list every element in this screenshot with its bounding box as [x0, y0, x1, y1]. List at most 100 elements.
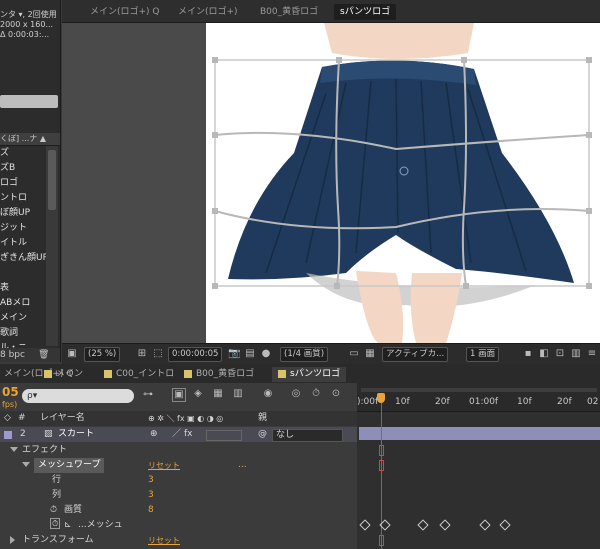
timecode-display[interactable]: 0:00:00:05 [168, 347, 223, 362]
trash-icon[interactable]: 🗑 [38, 348, 49, 362]
quality-switch[interactable]: ／ [172, 427, 181, 442]
timeline-tab[interactable]: メイン [44, 367, 83, 382]
color-channel-icon[interactable]: ● [260, 348, 272, 360]
stopwatch-active-icon[interactable]: ⏱ [50, 518, 61, 529]
layer-row[interactable]: 2 ▨ スカート ⊕ ／ fx @ なし [0, 427, 357, 442]
effect-reset-link[interactable]: リセット [148, 458, 180, 473]
always-preview-icon[interactable]: ▣ [66, 348, 78, 360]
composition-canvas[interactable] [206, 23, 600, 343]
viewer-tab[interactable]: B00_黄昏ロゴ [254, 4, 324, 20]
grid-icon[interactable]: ⊞ [136, 348, 148, 360]
project-item[interactable]: メイン [0, 311, 46, 326]
timeline-track-area[interactable]: ):00f 10f 20f 01:00f 10f 20f 02 [357, 383, 600, 549]
panel-menu-icon[interactable]: ≡ [586, 348, 598, 360]
project-item[interactable]: ぼ顔UP [0, 206, 46, 221]
fx-switch[interactable]: fx [184, 427, 193, 442]
label-column-icon: ◇ [4, 413, 11, 423]
project-item[interactable]: ズ [0, 146, 46, 161]
scrollbar-thumb[interactable] [48, 150, 56, 210]
playhead-handle[interactable] [377, 393, 385, 403]
project-item[interactable]: ぎきん顔UP [0, 251, 46, 266]
mini-flowchart-icon[interactable]: ⊶ [142, 389, 154, 401]
project-column-header[interactable]: くぼ] ...ナ ▲ [0, 133, 60, 146]
timeline-tab[interactable]: B00_黄昏ロゴ [184, 367, 254, 382]
time-ruler[interactable]: ):00f 10f 20f 01:00f 10f 20f 02 [357, 383, 600, 412]
show-snapshot-icon[interactable]: ▤ [244, 348, 256, 360]
keyframe-marker[interactable] [499, 519, 511, 531]
timeline-tab-active[interactable]: sパンツロゴ [272, 367, 347, 382]
camera-icon[interactable]: 📷 [228, 348, 240, 360]
keyframe-marker[interactable] [479, 519, 491, 531]
keyframe-marker[interactable] [417, 519, 429, 531]
disclosure-triangle-icon[interactable] [10, 447, 18, 452]
ruler-tick: 01:00f [469, 397, 499, 407]
layer-label-color[interactable] [4, 431, 12, 439]
graph-editor-icon[interactable]: ◎ [290, 388, 302, 400]
project-item[interactable]: ジット [0, 221, 46, 236]
project-item[interactable] [0, 266, 46, 281]
project-item[interactable]: 表 [0, 281, 46, 296]
project-search-field[interactable] [0, 95, 58, 108]
camera-select[interactable]: アクティブカ... [382, 347, 449, 362]
viewer-tab[interactable]: メイン(ロゴ+) Q [84, 4, 166, 20]
disclosure-triangle-icon[interactable] [10, 535, 15, 544]
label-color-swatch [278, 369, 286, 378]
layer-duration-bar[interactable] [359, 427, 600, 440]
current-time[interactable]: 05 [2, 385, 19, 399]
stopwatch-icon[interactable]: ⏱ [50, 503, 57, 518]
property-value[interactable]: 3 [148, 488, 154, 503]
graph-icon[interactable]: ⊾ [64, 518, 72, 533]
mesh-warp-row[interactable]: メッシュワープ リセット ... [0, 458, 357, 473]
zoom-select[interactable]: (25 %) [84, 347, 121, 362]
flowchart-icon[interactable]: ⊡ [554, 348, 566, 360]
timeline-tab[interactable]: C00_イントロ [104, 367, 174, 382]
resolution-select[interactable]: (1/4 画質) [280, 347, 329, 362]
frame-blend-icon[interactable]: ▥ [232, 388, 244, 400]
viewer-tab[interactable]: メイン(ロゴ+) [172, 4, 244, 20]
transform-group-row[interactable]: トランスフォーム リセット [0, 533, 357, 548]
effects-group-row[interactable]: エフェクト [0, 443, 357, 458]
region-icon[interactable]: ⬚ [152, 348, 164, 360]
layer-name-header[interactable]: レイヤー名 [40, 411, 85, 426]
timeline-tab-label: C00_イントロ [116, 369, 175, 379]
toggle-pixel-icon[interactable]: ▪ [522, 348, 534, 360]
comp-marker-icon[interactable]: ▣ [172, 388, 186, 402]
work-area-bar[interactable] [361, 388, 597, 392]
timeline-search-input[interactable]: ρ▾ [22, 389, 134, 403]
keyframe-marker[interactable] [439, 519, 451, 531]
effect-options-link[interactable]: ... [238, 458, 247, 473]
project-info-line: Δ 0:00:03:... [0, 30, 50, 39]
fast-preview-icon[interactable]: ▭ [348, 348, 360, 360]
pickwhip-icon[interactable]: @ [258, 427, 267, 442]
project-item-list: ズ ズB ロゴ ントロ ぼ顔UP ジット イトル ぎきん顔UP 表 ABメロ メ… [0, 146, 46, 356]
live-update-icon[interactable]: ⊙ [330, 388, 342, 400]
motion-blur-icon[interactable]: ◉ [262, 388, 274, 400]
project-item[interactable]: ズB [0, 161, 46, 176]
effect-name[interactable]: メッシュワープ [34, 458, 105, 473]
layer-name[interactable]: スカート [58, 427, 94, 442]
disclosure-triangle-icon[interactable] [22, 462, 30, 467]
project-item[interactable]: ロゴ [0, 176, 46, 191]
draft-3d-icon[interactable]: ◈ [192, 388, 204, 400]
project-scrollbar[interactable] [46, 146, 58, 346]
brainstorm-icon[interactable]: ⏱ [310, 388, 322, 400]
transform-reset-link[interactable]: リセット [148, 533, 180, 548]
transparency-grid-icon[interactable]: ▦ [364, 348, 376, 360]
hide-shy-icon[interactable]: ▦ [212, 388, 224, 400]
timeline-icon[interactable]: ▥ [570, 348, 582, 360]
reset-exposure-icon[interactable]: ◧ [538, 348, 550, 360]
shy-switch[interactable]: ⊕ [150, 427, 158, 442]
views-select[interactable]: 1 画面 [466, 347, 500, 362]
parent-select[interactable]: なし [272, 429, 343, 442]
viewer-tab-active[interactable]: sパンツロゴ [334, 4, 397, 20]
project-item[interactable]: ABメロ [0, 296, 46, 311]
property-value[interactable]: 3 [148, 473, 154, 488]
keyframe-marker[interactable] [359, 519, 371, 531]
project-item[interactable]: ントロ [0, 191, 46, 206]
project-item[interactable]: 歌詞 [0, 326, 46, 341]
project-item[interactable]: イトル [0, 236, 46, 251]
property-value[interactable]: 8 [148, 503, 154, 518]
bpc-label[interactable]: 8 bpc [0, 350, 25, 360]
label-color-swatch [104, 369, 112, 378]
switch-boxes[interactable] [206, 430, 242, 441]
